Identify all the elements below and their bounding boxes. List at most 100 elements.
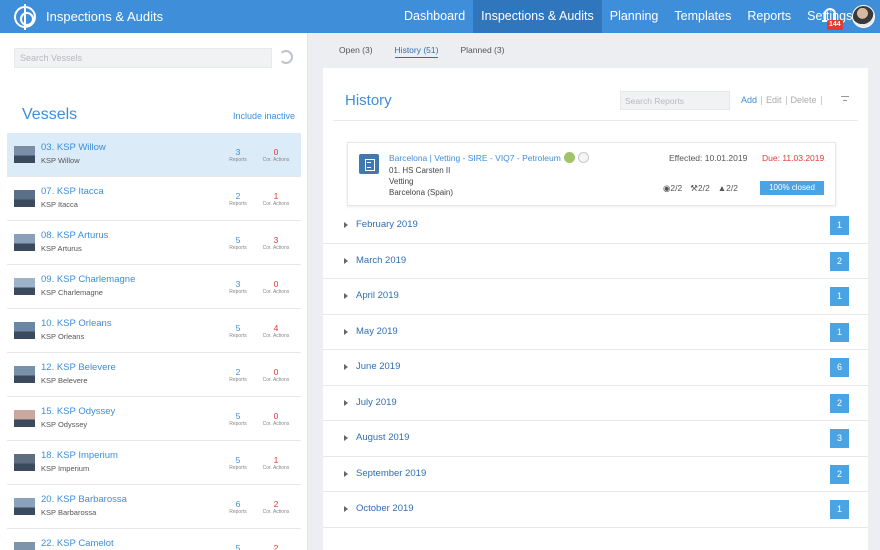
delete-button[interactable]: Delete [787, 96, 822, 105]
reports-stat: 5Reports [218, 455, 258, 472]
vessel-name: 20. KSP Barbarossa [41, 494, 127, 505]
month-row[interactable]: May 2019 1 [323, 315, 868, 350]
reports-label: Reports [229, 157, 247, 163]
vessel-search-input[interactable] [14, 48, 272, 68]
nav-inspections-audits[interactable]: Inspections & Audits [473, 0, 602, 33]
tab-planned[interactable]: Planned (3) [460, 45, 504, 58]
month-label: March 2019 [356, 254, 407, 266]
month-row[interactable]: October 2019 1 [323, 492, 868, 528]
vessel-row[interactable]: 22. KSP Camelot 5Reports2Cor. Actions [7, 529, 301, 550]
reports-stat: 5Reports [218, 543, 258, 550]
report-search-input[interactable] [620, 91, 730, 110]
report-inspector: 01. HS Carsten II [389, 166, 451, 175]
divider [333, 120, 858, 121]
report-card[interactable]: Barcelona | Vetting - SIRE - VIQ7 - Petr… [347, 142, 836, 206]
tab-history[interactable]: History (51) [394, 45, 439, 58]
reports-label: Reports [229, 421, 247, 427]
reports-label: Reports [229, 289, 247, 295]
vessel-row[interactable]: 12. KSP Belevere KSP Belevere 2 Reports 0 Cor… [7, 353, 301, 397]
month-label: July 2019 [356, 396, 397, 408]
vessel-subtitle: KSP Willow [41, 156, 80, 165]
reports-count: 2 [235, 367, 241, 377]
effected-date: Effected: 10.01.2019 [669, 153, 748, 163]
add-button[interactable]: Add [741, 96, 763, 105]
reports-stat: 2 Reports [218, 191, 258, 208]
filter-icon[interactable] [841, 96, 849, 102]
vessel-thumbnail [14, 278, 35, 295]
cor-actions-stat: 1 Cor. Actions [256, 455, 296, 472]
cor-actions-stat: 1 Cor. Actions [256, 191, 296, 208]
cor-actions-label: Cor. Actions [262, 421, 290, 427]
notifications-button[interactable]: 144 [818, 5, 843, 31]
month-row[interactable]: February 2019 1 [323, 208, 868, 244]
vessel-subtitle: KSP Odyssey [41, 420, 88, 429]
nav-planning[interactable]: Planning [602, 0, 667, 33]
report-actions: Add Edit Delete [741, 96, 822, 105]
month-row[interactable]: July 2019 2 [323, 386, 868, 421]
cor-actions-label: Cor. Actions [262, 289, 290, 295]
cor-actions-label: Cor. Actions [262, 201, 290, 207]
status-ok-icon [564, 152, 575, 163]
vessel-name: 12. KSP Belevere [41, 362, 116, 373]
vessel-row[interactable]: 15. KSP Odyssey KSP Odyssey 5 Reports 0 Cor. … [7, 397, 301, 441]
month-row[interactable]: June 2019 6 [323, 350, 868, 386]
top-bar: Inspections & Audits Dashboard Inspectio… [0, 0, 880, 33]
reports-label: Reports [229, 201, 247, 207]
edit-button[interactable]: Edit [762, 96, 787, 105]
cor-actions-count: 2 [273, 543, 279, 550]
month-count-badge: 2 [830, 393, 849, 413]
month-row[interactable]: March 2019 2 [323, 244, 868, 279]
month-row[interactable]: August 2019 3 [323, 421, 868, 457]
vessel-row[interactable]: 18. KSP Imperium KSP Imperium 5 Reports 1 Cor… [7, 441, 301, 485]
month-row[interactable]: September 2019 2 [323, 457, 868, 492]
cor-actions-stat: 3 Cor. Actions [256, 235, 296, 252]
history-card: History Add Edit Delete Barcelona | Vett… [323, 68, 868, 550]
cor-actions-stat: 2Cor. Actions [256, 543, 296, 550]
vessel-name: 09. KSP Charlemagne [41, 274, 136, 285]
expand-arrow-icon [344, 222, 348, 228]
expand-arrow-icon [344, 399, 348, 406]
nav-templates[interactable]: Templates [666, 0, 739, 33]
vessel-subtitle: KSP Belevere [41, 376, 88, 385]
cor-actions-label: Cor. Actions [262, 245, 290, 251]
tab-open[interactable]: Open (3) [339, 45, 373, 58]
person-icon: ▲ [717, 183, 727, 193]
cor-actions-count: 3 [273, 235, 279, 245]
brand[interactable]: Inspections & Audits [0, 0, 163, 33]
vessel-row[interactable]: 10. KSP Orleans KSP Orleans 5 Reports 4 Cor. … [7, 309, 301, 353]
expand-arrow-icon [344, 364, 348, 370]
include-inactive-link[interactable]: Include inactive [233, 111, 295, 121]
cor-actions-label: Cor. Actions [262, 465, 290, 471]
vessel-list: 03. KSP Willow KSP Willow 3 Reports 0 Cor. Ac… [7, 133, 301, 550]
reports-count: 2 [235, 191, 241, 201]
month-row[interactable]: April 2019 1 [323, 279, 868, 315]
reports-count: 5 [235, 411, 241, 421]
vessel-subtitle: KSP Imperium [41, 464, 90, 473]
reports-label: Reports [229, 333, 247, 339]
reports-stat: 3 Reports [218, 279, 258, 296]
cor-actions-stat: 0 Cor. Actions [256, 411, 296, 428]
person-stat: ▲2/2 [717, 183, 738, 193]
vessel-row[interactable]: 08. KSP Arturus KSP Arturus 5 Reports 3 Cor. … [7, 221, 301, 265]
cor-actions-count: 0 [273, 147, 279, 157]
nav-reports[interactable]: Reports [739, 0, 799, 33]
reports-count: 5 [235, 235, 241, 245]
cor-actions-stat: 0 Cor. Actions [256, 367, 296, 384]
clipboard-icon [359, 154, 379, 174]
report-stats: ◉2/2 ⚒2/2 ▲2/2 [663, 183, 738, 194]
reports-stat: 6 Reports [218, 499, 258, 516]
avatar[interactable] [852, 5, 875, 28]
expand-arrow-icon [344, 293, 348, 299]
vessel-row[interactable]: 03. KSP Willow KSP Willow 3 Reports 0 Cor. Ac… [7, 133, 301, 177]
vessel-row[interactable]: 07. KSP Itacca KSP Itacca 2 Reports 1 Cor. Ac… [7, 177, 301, 221]
vessel-thumbnail [14, 146, 35, 163]
report-title[interactable]: Barcelona | Vetting - SIRE - VIQ7 - Petr… [389, 153, 561, 163]
vessels-title: Vessels [22, 106, 78, 123]
cor-actions-label: Cor. Actions [262, 333, 290, 339]
vessel-row[interactable]: 20. KSP Barbarossa KSP Barbarossa 6 Reports… [7, 485, 301, 529]
nav-dashboard[interactable]: Dashboard [396, 0, 473, 33]
reports-label: Reports [229, 377, 247, 383]
refresh-icon[interactable] [279, 50, 293, 64]
month-label: April 2019 [356, 290, 399, 301]
vessel-row[interactable]: 09. KSP Charlemagne KSP Charlemagne 3 Repor… [7, 265, 301, 309]
